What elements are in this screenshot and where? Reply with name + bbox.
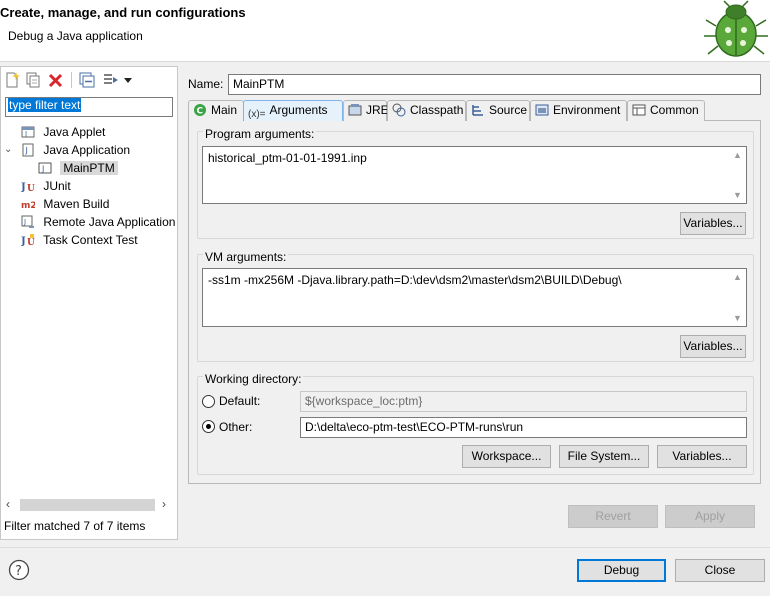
default-directory-field: ${workspace_loc:ptm} (300, 391, 747, 412)
default-label: Default: (219, 394, 261, 408)
svg-text:C: C (197, 107, 204, 117)
debug-bug-icon (704, 0, 768, 57)
scrollbar-thumb[interactable] (20, 499, 155, 511)
vm-variables-button[interactable]: Variables... (680, 335, 746, 358)
task-context-icon: JU (21, 234, 35, 247)
vm-args-scrollbar[interactable]: ▲ ▼ (730, 270, 745, 325)
java-launch-icon: J (38, 162, 52, 174)
apply-button[interactable]: Apply (665, 505, 755, 528)
scroll-down-icon[interactable]: ▼ (733, 313, 742, 323)
junit-icon: JU (21, 182, 35, 193)
program-arguments-label: Program arguments: (203, 127, 317, 141)
new-configuration-icon[interactable] (4, 72, 20, 88)
tree-item-junit[interactable]: JU JUnit (21, 177, 71, 195)
tree-item-task-context-test[interactable]: JU Task Context Test (21, 231, 138, 249)
vm-arguments-label: VM arguments: (203, 250, 289, 264)
tab-classpath[interactable]: Classpath (387, 100, 466, 121)
working-dir-variables-button[interactable]: Variables... (657, 445, 747, 468)
delete-icon[interactable] (48, 72, 64, 88)
svg-text:J: J (21, 182, 26, 193)
duplicate-icon[interactable] (25, 72, 41, 88)
svg-text:J: J (24, 130, 27, 138)
svg-text:U: U (27, 238, 35, 247)
tree-horizontal-scrollbar[interactable]: ‹ › (4, 497, 174, 513)
revert-button[interactable]: Revert (568, 505, 658, 528)
svg-text:J: J (21, 236, 26, 247)
svg-text:J: J (25, 146, 28, 155)
tree-item-maven-build[interactable]: m2 Maven Build (21, 195, 109, 213)
default-radio[interactable] (202, 395, 215, 408)
close-button[interactable]: Close (675, 559, 765, 582)
other-directory-field[interactable]: D:\delta\eco-ptm-test\ECO-PTM-runs\run (300, 417, 747, 438)
toolbar-separator (71, 72, 72, 88)
working-directory-label: Working directory: (203, 372, 304, 386)
scroll-down-icon[interactable]: ▼ (733, 190, 742, 200)
tree-item-java-application[interactable]: J Java Application (21, 141, 130, 159)
scroll-right-icon[interactable]: › (162, 497, 166, 511)
svg-text:U: U (27, 184, 35, 193)
svg-text:?: ? (15, 564, 22, 579)
tab-source[interactable]: Source (466, 100, 530, 121)
other-radio[interactable] (202, 420, 215, 433)
name-input[interactable]: MainPTM (228, 74, 761, 95)
arguments-icon: (x)= (248, 109, 266, 120)
scroll-left-icon[interactable]: ‹ (6, 497, 10, 511)
tree-item-java-applet[interactable]: J Java Applet (21, 123, 105, 141)
classpath-icon (392, 103, 406, 117)
jre-icon (348, 104, 362, 116)
program-args-scrollbar[interactable]: ▲ ▼ (730, 148, 745, 202)
maven-icon: m2 (21, 201, 35, 211)
filter-input[interactable]: type filter text (5, 97, 173, 117)
program-arguments-textarea[interactable]: historical_ptm-01-01-1991.inp ▲ ▼ (202, 146, 747, 204)
svg-text:J: J (23, 218, 26, 226)
remote-java-icon: J (21, 215, 34, 228)
tab-main[interactable]: C Main (188, 100, 244, 121)
dropdown-arrow-icon[interactable] (123, 72, 133, 88)
help-icon[interactable]: ? (8, 559, 30, 581)
tab-environment[interactable]: Environment (530, 100, 627, 121)
common-icon (632, 104, 646, 116)
program-variables-button[interactable]: Variables... (680, 212, 746, 235)
expand-chevron-icon[interactable]: ⌄ (4, 144, 12, 155)
other-label: Other: (219, 420, 253, 434)
footer-separator (0, 547, 770, 548)
main-icon: C (194, 104, 206, 117)
debug-button[interactable]: Debug (577, 559, 666, 582)
scroll-up-icon[interactable]: ▲ (733, 272, 742, 282)
file-system-button[interactable]: File System... (559, 445, 649, 468)
svg-text:m2: m2 (21, 201, 35, 211)
dialog-title: Create, manage, and run configurations (0, 5, 246, 20)
vm-arguments-textarea[interactable]: -ss1m -mx256M -Djava.library.path=D:\dev… (202, 268, 747, 327)
tree-item-mainptm[interactable]: J MainPTM (38, 159, 118, 177)
dialog-subtitle: Debug a Java application (8, 29, 143, 43)
scroll-up-icon[interactable]: ▲ (733, 150, 742, 160)
workspace-button[interactable]: Workspace... (462, 445, 551, 468)
name-label: Name: (188, 77, 224, 91)
tab-jre[interactable]: JRE (343, 100, 389, 121)
collapse-all-icon[interactable] (79, 72, 95, 88)
filter-status: Filter matched 7 of 7 items (4, 519, 146, 533)
java-applet-icon: J (21, 126, 35, 138)
java-application-icon: J (22, 143, 34, 157)
tab-arguments[interactable]: (x)= Arguments (243, 100, 343, 121)
tree-item-remote-java-application[interactable]: J Remote Java Application (21, 213, 175, 231)
source-icon (472, 105, 483, 116)
tab-common[interactable]: Common (627, 100, 705, 121)
filter-icon[interactable] (103, 72, 119, 88)
environment-icon (535, 104, 549, 116)
svg-text:J: J (41, 165, 44, 174)
filter-placeholder-text: type filter text (8, 98, 82, 112)
